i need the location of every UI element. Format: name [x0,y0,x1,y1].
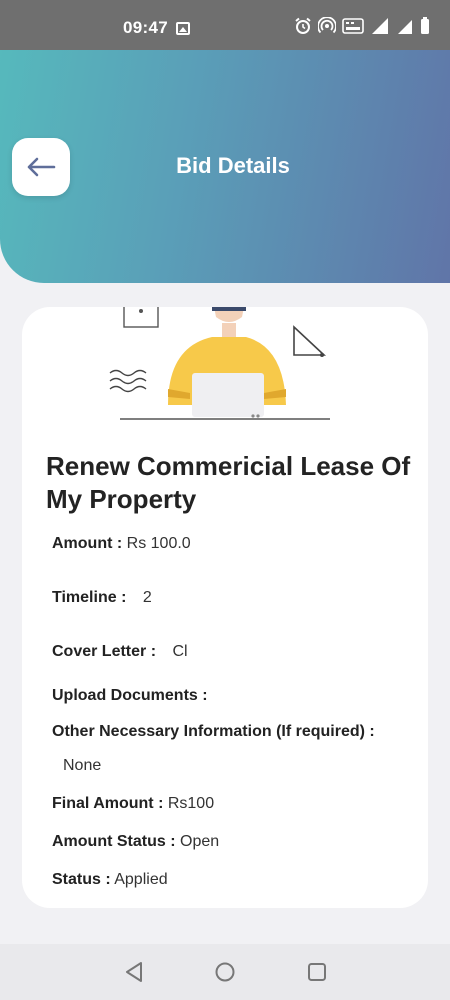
hotspot-icon [318,17,336,34]
amount-row: Amount : Rs 100.0 [52,535,191,553]
battery-icon [421,17,429,34]
back-triangle-icon[interactable] [124,961,144,983]
home-circle-icon[interactable] [214,961,236,983]
final-amount-label: Final Amount : [52,795,164,812]
other-info-value: None [63,757,102,774]
amount-label: Amount : [52,535,123,552]
status-bar: 09:47 [0,0,450,50]
status-label: Status : [52,871,111,888]
volte-icon [342,18,364,34]
header-banner: Bid Details [0,50,450,283]
upload-documents-row: Upload Documents : [52,687,208,705]
status-icons [294,17,430,35]
person-laptop-illustration [109,307,330,420]
cover-letter-value: Cl [172,643,188,660]
recents-square-icon[interactable] [306,961,328,983]
amount-status-row: Amount Status : Open [52,833,219,851]
final-amount-value: Rs100 [167,795,215,812]
timeline-value: 2 [142,589,152,606]
final-amount-row: Final Amount : Rs100 [52,795,214,813]
timeline-label: Timeline : [52,589,127,606]
bid-details-card: Renew Commericial Lease Of My Property A… [22,307,428,908]
amount-status-label: Amount Status : [52,833,176,850]
amount-status-value: Open [180,833,220,850]
status-row: Status : Applied [52,871,168,889]
image-icon [176,22,190,35]
cover-letter-label: Cover Letter : [52,643,157,660]
other-info-label: Other Necessary Information (If required… [52,723,375,740]
amount-value: Rs 100.0 [126,535,191,552]
timeline-row: Timeline : 2 [52,589,152,607]
status-value: Applied [114,871,168,888]
system-navigation-bar [0,944,450,1000]
page-title: Bid Details [176,153,290,178]
alarm-icon [295,17,311,34]
signal-4g-icon [372,18,388,34]
bid-title: Renew Commericial Lease Of My Property [46,451,411,514]
upload-documents-label: Upload Documents : [52,687,208,704]
other-info-row: Other Necessary Information (If required… [52,723,375,741]
status-time: 09:47 [123,18,168,37]
cover-letter-row: Cover Letter : Cl [52,643,188,661]
signal-icon [398,20,412,34]
